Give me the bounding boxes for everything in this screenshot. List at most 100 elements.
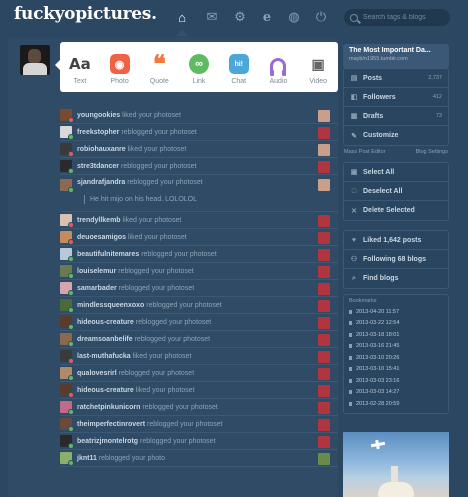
bookmark-item[interactable]: 2013-03-03 23:16 (349, 375, 443, 387)
note-username[interactable]: youngookies (77, 112, 120, 119)
mail-icon[interactable]: ✉ (204, 9, 220, 25)
note-username[interactable]: hideous-creature (77, 387, 134, 394)
post-video-button[interactable]: ▣ Video (298, 42, 338, 92)
post-photo-button[interactable]: ◉ Photo (100, 42, 140, 92)
list-item[interactable]: last-muthafucka liked your photoset (60, 348, 338, 365)
note-username[interactable]: theimperfectinrovert (77, 421, 145, 428)
activity-icon[interactable]: ◍ (286, 9, 302, 25)
avatar[interactable] (60, 316, 74, 330)
mass-post-editor-link[interactable]: Mass Post Editor (344, 149, 386, 158)
avatar[interactable] (60, 401, 74, 415)
bookmark-item[interactable]: 2013-04-20 11:57 (349, 306, 443, 318)
post-thumbnail[interactable] (318, 127, 330, 139)
avatar[interactable] (60, 265, 74, 279)
avatar[interactable] (60, 418, 74, 432)
post-chat-button[interactable]: hi! Chat (219, 42, 259, 92)
bookmark-item[interactable]: 2013-03-16 21:45 (349, 341, 443, 353)
avatar[interactable] (60, 179, 74, 193)
sidebar-item-find-blogs[interactable]: ⌕ Find blogs (344, 269, 448, 288)
bookmark-item[interactable]: 2013-02-28 20:59 (349, 398, 443, 410)
note-username[interactable]: dreamsoanbelife (77, 336, 133, 343)
post-thumbnail[interactable] (318, 351, 330, 363)
post-thumbnail[interactable] (318, 110, 330, 122)
dashboard-logo[interactable]: fuckyopictures. (14, 4, 157, 24)
bookmark-item[interactable]: 2013-03-18 18:01 (349, 329, 443, 341)
list-item[interactable]: qualovesrirl reblogged your photoset (60, 365, 338, 382)
post-thumbnail[interactable] (318, 368, 330, 380)
list-item[interactable]: youngookies liked your photoset (60, 107, 338, 124)
post-text-button[interactable]: Aa Text (60, 42, 100, 92)
note-username[interactable]: louiselemur (77, 268, 116, 275)
list-item[interactable]: sjandrafjandra reblogged your photoset H… (60, 175, 338, 212)
post-thumbnail[interactable] (318, 179, 330, 191)
bookmark-item[interactable]: 2013-03-22 12:54 (349, 318, 443, 330)
avatar[interactable] (60, 333, 74, 347)
delete-selected-button[interactable]: ✕ Delete Selected (344, 201, 448, 220)
list-item[interactable]: louiselemur reblogged your photoset (60, 263, 338, 280)
post-audio-button[interactable]: Audio (259, 42, 299, 92)
bookmark-item[interactable]: 2013-03-10 15:41 (349, 364, 443, 376)
home-icon[interactable]: ⌂ (174, 9, 190, 25)
note-username[interactable]: trendyllkemb (77, 217, 121, 224)
list-item[interactable]: jknt11 reblogged your photo (60, 450, 338, 467)
power-icon[interactable]: ⏻ (313, 9, 329, 25)
note-username[interactable]: sjandrafjandra (77, 179, 125, 186)
post-thumbnail[interactable] (318, 419, 330, 431)
post-thumbnail[interactable] (318, 436, 330, 448)
avatar[interactable] (60, 350, 74, 364)
list-item[interactable]: samarbader reblogged your photoset (60, 280, 338, 297)
post-link-button[interactable]: ∞ Link (179, 42, 219, 92)
list-item[interactable]: stre3tdancer reblogged your photoset (60, 158, 338, 175)
blog-settings-link[interactable]: Blog Settings (416, 149, 448, 158)
explore-icon[interactable]: e (259, 9, 275, 25)
list-item[interactable]: hideous-creature liked your photoset (60, 382, 338, 399)
avatar[interactable] (60, 160, 74, 174)
avatar[interactable] (60, 435, 74, 449)
note-username[interactable]: samarbader (77, 285, 117, 292)
post-thumbnail[interactable] (318, 161, 330, 173)
note-username[interactable]: stre3tdancer (77, 163, 119, 170)
blog-title[interactable]: The Most Important Da... (349, 47, 443, 54)
note-username[interactable]: beautifulnitemares (77, 251, 139, 258)
list-item[interactable]: mindlessqueenxoxo reblogged your photose… (60, 297, 338, 314)
avatar[interactable] (60, 248, 74, 262)
list-item[interactable]: freekstopher reblogged your photoset (60, 124, 338, 141)
list-item[interactable]: beatrizjmontelrotg reblogged your photos… (60, 433, 338, 450)
sidebar-item-drafts[interactable]: ▦ Drafts 73 (344, 107, 448, 126)
sidebar-item-posts[interactable]: ▤ Posts 2,737 (344, 69, 448, 88)
avatar[interactable] (60, 384, 74, 398)
sidebar-item-customize[interactable]: ✎ Customize (344, 126, 448, 145)
avatar[interactable] (60, 282, 74, 296)
post-thumbnail[interactable] (318, 300, 330, 312)
avatar[interactable] (60, 299, 74, 313)
note-username[interactable]: deuoesamigos (77, 234, 126, 241)
list-item[interactable]: hideous-creature reblogged your photoset (60, 314, 338, 331)
avatar[interactable] (60, 143, 74, 157)
note-username[interactable]: ratchetpinkunicorn (77, 404, 140, 411)
bookmark-item[interactable]: 2013-03-10 20:26 (349, 352, 443, 364)
note-username[interactable]: beatrizjmontelrotg (77, 438, 138, 445)
sidebar-item-followers[interactable]: ◧ Followers 412 (344, 88, 448, 107)
avatar[interactable] (60, 367, 74, 381)
avatar[interactable] (60, 452, 74, 466)
post-thumbnail[interactable] (318, 334, 330, 346)
note-username[interactable]: jknt11 (77, 455, 97, 462)
list-item[interactable]: dreamsoanbelife reblogged your photoset (60, 331, 338, 348)
avatar[interactable] (60, 231, 74, 245)
avatar[interactable] (60, 126, 74, 140)
list-item[interactable]: deuoesamigos liked your photoset (60, 229, 338, 246)
avatar[interactable] (60, 214, 74, 228)
note-username[interactable]: robiohauxanre (77, 146, 126, 153)
post-thumbnail[interactable] (318, 249, 330, 261)
list-item[interactable]: robiohauxanre liked your photoset (60, 141, 338, 158)
post-thumbnail[interactable] (318, 215, 330, 227)
sidebar-item-following[interactable]: ⚇ Following 68 blogs (344, 250, 448, 269)
list-item[interactable]: beautifulnitemares reblogged your photos… (60, 246, 338, 263)
bookmark-item[interactable]: 2013-03-03 14:27 (349, 387, 443, 399)
radar-post-image[interactable] (343, 432, 449, 497)
note-username[interactable]: last-muthafucka (77, 353, 131, 360)
gear-icon[interactable]: ⚙ (232, 9, 248, 25)
post-thumbnail[interactable] (318, 453, 330, 465)
post-thumbnail[interactable] (318, 232, 330, 244)
blog-card[interactable]: The Most Important Da... mayb/n1955.tumb… (343, 44, 449, 68)
